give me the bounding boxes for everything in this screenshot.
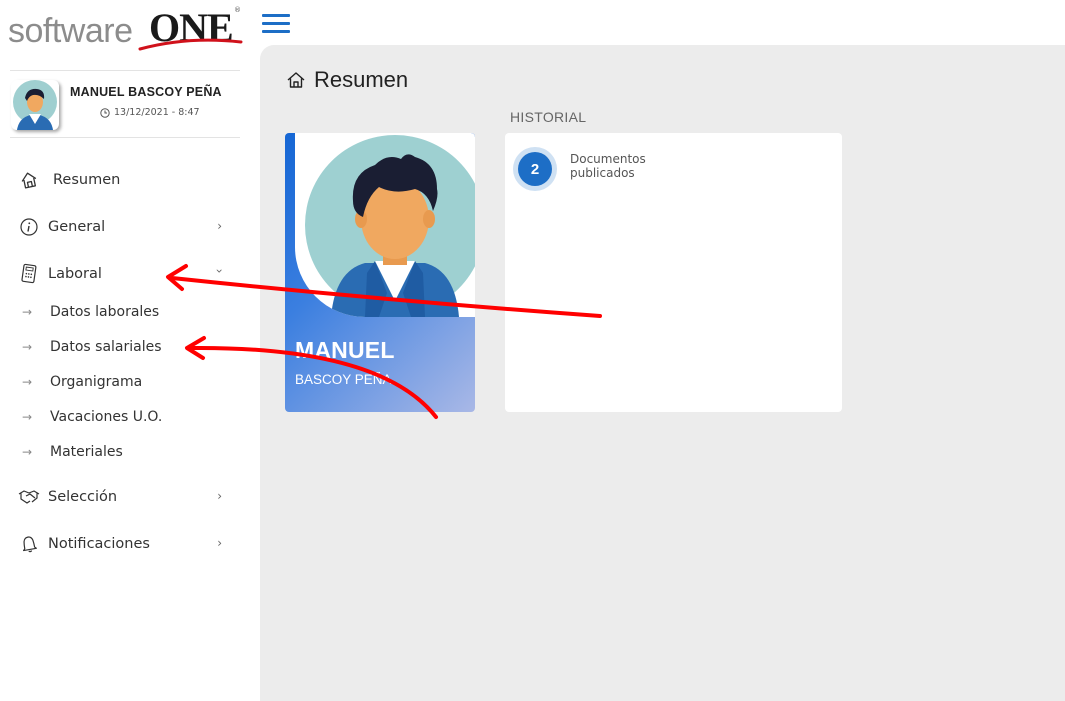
documents-label-line: publicados — [570, 166, 635, 180]
historial-heading: HISTORIAL — [510, 109, 587, 125]
documents-label: Documentos publicados — [570, 152, 646, 180]
info-icon — [18, 216, 40, 238]
employee-last-name: BASCOY PEÑA — [295, 372, 392, 387]
sidebar-item-seleccion[interactable]: Selección › — [18, 482, 228, 512]
documents-count-badge[interactable]: 2 — [513, 147, 557, 191]
user-profile: MANUEL BASCOY PEÑA 13/12/2021 - 8:47 — [10, 80, 240, 132]
sidebar-item-general[interactable]: General › — [18, 212, 228, 242]
arrow-right-icon: → — [22, 445, 33, 459]
sidebar-subitem-label: Datos laborales — [50, 304, 160, 320]
hamburger-bar — [262, 14, 290, 17]
documents-count: 2 — [518, 152, 552, 186]
historial-card: 2 Documentos publicados — [505, 133, 842, 412]
logo-mark: ® — [234, 6, 241, 14]
sidebar-item-label: Resumen — [53, 172, 121, 188]
sidebar-item-label: Laboral — [48, 266, 102, 282]
employee-first-name: MANUEL — [295, 337, 395, 363]
arrow-right-icon: → — [22, 410, 33, 424]
page-title: Resumen — [314, 67, 409, 92]
logo-prefix: software — [8, 12, 133, 50]
sidebar-subitem-datos-laborales[interactable]: → Datos laborales — [22, 299, 222, 325]
sidebar-subitem-organigrama[interactable]: → Organigrama — [22, 369, 222, 395]
sidebar-item-notificaciones[interactable]: Notificaciones › — [18, 529, 228, 559]
logo-swoosh-icon — [138, 38, 243, 51]
sidebar-divider — [10, 70, 240, 71]
sidebar-subitem-label: Datos salariales — [50, 339, 162, 355]
sidebar-subitem-label: Vacaciones U.O. — [50, 409, 163, 425]
sidebar-divider — [10, 137, 240, 138]
last-access-datetime: 13/12/2021 - 8:47 — [114, 107, 200, 118]
sidebar-item-laboral[interactable]: Laboral › — [18, 259, 228, 289]
sidebar-subitem-label: Organigrama — [50, 374, 143, 390]
employee-card[interactable]: MANUEL BASCOY PEÑA — [285, 133, 475, 412]
avatar[interactable] — [11, 80, 59, 130]
menu-toggle-button[interactable] — [262, 14, 290, 36]
arrow-right-icon: → — [22, 305, 33, 319]
arrow-right-icon: → — [22, 375, 33, 389]
last-access: 13/12/2021 - 8:47 — [100, 107, 200, 118]
chevron-right-icon: › — [217, 536, 222, 550]
sidebar-subitem-materiales[interactable]: → Materiales — [22, 439, 222, 465]
chevron-right-icon: › — [217, 489, 222, 503]
softwareone-logo[interactable]: software ONE ® — [8, 4, 243, 54]
chevron-down-icon: › — [212, 268, 227, 274]
sidebar-item-label: Notificaciones — [48, 536, 150, 552]
handshake-icon — [18, 486, 40, 508]
home-icon — [287, 72, 305, 88]
arrow-right-icon: → — [22, 340, 33, 354]
sidebar-item-resumen[interactable]: Resumen — [18, 165, 228, 195]
hamburger-bar — [262, 30, 290, 33]
main-content: Resumen MANUEL BASCOY PEÑA HISTORIAL 2 D… — [260, 45, 1065, 701]
bell-icon — [18, 533, 40, 555]
chevron-right-icon: › — [217, 219, 222, 233]
employee-photo — [295, 133, 475, 317]
documents-label-line: Documentos — [570, 152, 646, 166]
user-name: MANUEL BASCOY PEÑA — [70, 85, 222, 99]
sidebar-subitem-label: Materiales — [50, 444, 123, 460]
page-header: Resumen — [286, 67, 408, 93]
sidebar-item-label: General — [48, 219, 106, 235]
hamburger-bar — [262, 22, 290, 25]
sidebar-subitem-vacaciones[interactable]: → Vacaciones U.O. — [22, 404, 222, 430]
app-root: software ONE ® MANUEL BASCOY PEÑA 13/12/… — [0, 0, 1065, 701]
calculator-icon — [18, 263, 40, 285]
home-icon — [18, 169, 40, 191]
sidebar-item-label: Selección — [48, 489, 118, 505]
sidebar: software ONE ® MANUEL BASCOY PEÑA 13/12/… — [0, 0, 260, 701]
sidebar-subitem-datos-salariales[interactable]: → Datos salariales — [22, 334, 222, 360]
clock-icon — [100, 107, 110, 118]
